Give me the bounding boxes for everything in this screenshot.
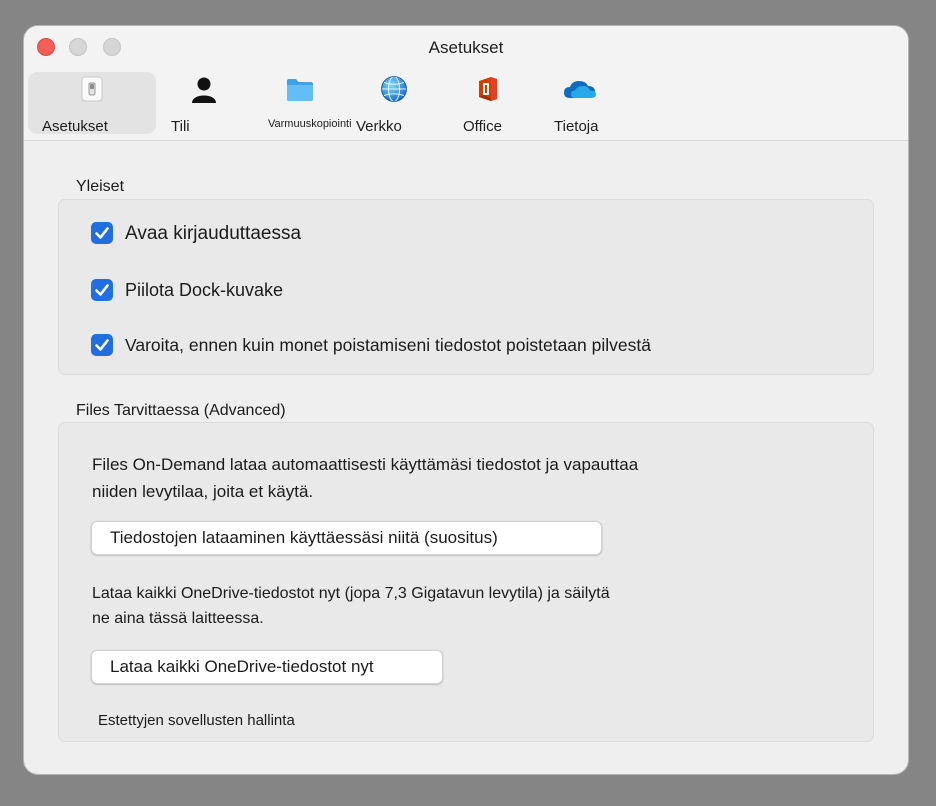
download-all-description: Lataa kaikki OneDrive-tiedostot nyt (jop… <box>92 581 610 631</box>
general-panel: Avaa kirjauduttaessa Piilota Dock-kuvake… <box>58 199 874 375</box>
tab-label: Tietoja <box>554 118 599 135</box>
office-logo-icon <box>473 74 503 104</box>
tab-backup[interactable]: Varmuuskopiointi <box>264 72 356 134</box>
settings-switch-icon <box>77 74 107 104</box>
checkbox[interactable] <box>91 334 113 356</box>
description-line: niiden levytilaa, joita et käytä. <box>92 482 314 501</box>
checkbox-label: Piilota Dock-kuvake <box>125 280 284 300</box>
tab-office[interactable]: Office <box>456 72 518 135</box>
tab-label: Verkko <box>356 118 402 135</box>
files-on-demand-panel: Files On-Demand lataa automaattisesti kä… <box>58 422 874 742</box>
person-icon <box>189 74 219 104</box>
description-line: ne aina tässä laitteessa. <box>92 610 264 627</box>
download-all-button[interactable]: Lataa kaikki OneDrive-tiedostot nyt <box>91 650 443 684</box>
files-on-demand-description: Files On-Demand lataa automaattisesti kä… <box>92 451 638 505</box>
window-title: Asetukset <box>428 38 504 57</box>
toolbar: Asetukset Asetukset Tili Varmuuskopioint… <box>24 26 908 141</box>
description-line: Files On-Demand lataa automaattisesti kä… <box>92 455 639 474</box>
globe-icon <box>379 74 409 104</box>
checkmark-icon <box>95 339 109 351</box>
checkbox-label: Varoita, ennen kuin monet poistamiseni t… <box>125 335 651 355</box>
checkbox[interactable] <box>91 222 113 244</box>
tab-account[interactable]: Tili <box>164 72 244 135</box>
blocked-apps-link[interactable]: Estettyjen sovellusten hallinta <box>98 712 295 729</box>
tab-label: Varmuuskopiointi <box>268 118 352 130</box>
checkmark-icon <box>95 227 109 239</box>
tab-about[interactable]: Tietoja <box>548 72 612 135</box>
folder-icon <box>285 74 315 104</box>
checkbox[interactable] <box>91 279 113 301</box>
checkbox-label: Avaa kirjauduttaessa <box>125 223 302 244</box>
tab-label: Tili <box>171 118 190 135</box>
tab-settings[interactable]: Asetukset <box>28 72 156 135</box>
files-on-demand-section-title: Files Tarvittaessa (Advanced) <box>76 402 286 419</box>
description-line: Lataa kaikki OneDrive-tiedostot nyt (jop… <box>92 585 610 602</box>
tab-label: Asetukset <box>42 118 108 135</box>
checkmark-icon <box>95 284 109 296</box>
download-on-use-button[interactable]: Tiedostojen lataaminen käyttäessäsi niit… <box>91 521 602 555</box>
general-section-title: Yleiset <box>76 178 125 195</box>
cloud-icon <box>562 74 598 104</box>
tab-network[interactable]: Verkko <box>354 72 424 135</box>
preferences-window: Asetukset Asetukset Tili Varmuuskopioint… <box>24 26 908 774</box>
tab-label: Office <box>463 118 502 135</box>
